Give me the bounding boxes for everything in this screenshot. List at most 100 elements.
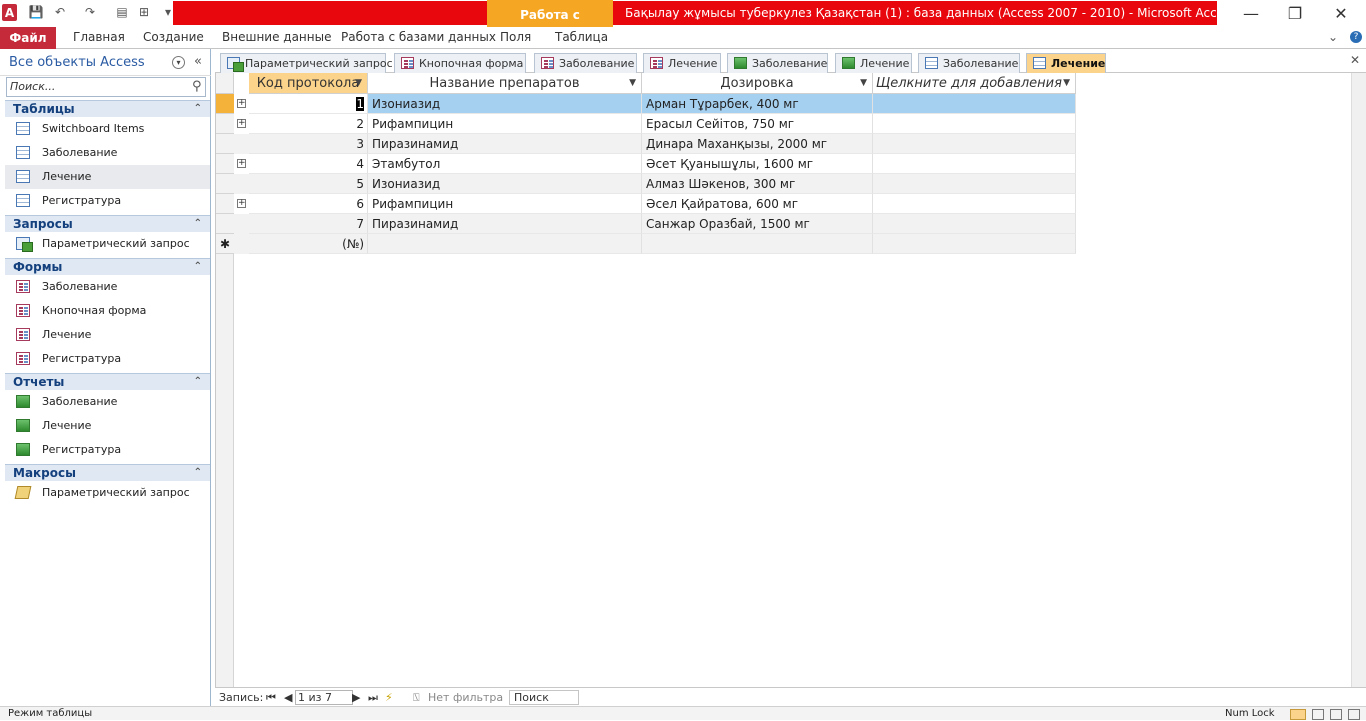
cell-dozirovka[interactable]: Арман Тұрарбек, 400 мг — [642, 94, 873, 114]
nav-item-zabolevanie-form[interactable]: Заболевание — [5, 275, 210, 299]
cell-add-field[interactable] — [873, 234, 1076, 254]
switch-view-icon[interactable]: ⊞ — [136, 4, 152, 20]
collapse-chevron-icon[interactable]: ⌃ — [194, 465, 202, 481]
cell-nazvanie[interactable]: Пиразинамид — [368, 214, 642, 234]
record-selector[interactable] — [216, 214, 234, 234]
current-record-input[interactable]: 1 из 7 — [295, 690, 353, 705]
table-row[interactable]: 3 Пиразинамид Динара Маханқызы, 2000 мг — [234, 134, 1076, 154]
group-macros[interactable]: Макросы ⌃ — [5, 464, 210, 481]
cell-kod[interactable]: 3 — [249, 134, 368, 154]
group-tables[interactable]: Таблицы ⌃ — [5, 100, 210, 117]
table-row[interactable]: 4 Этамбутол Әсет Қуанышұлы, 1600 мг — [234, 154, 1076, 174]
nav-search-input[interactable]: Поиск... — [6, 77, 206, 97]
cell-add-field[interactable] — [873, 114, 1076, 134]
cell-dozirovka[interactable]: Санжар Оразбай, 1500 мг — [642, 214, 873, 234]
nav-item-lechenie-form[interactable]: Лечение — [5, 323, 210, 347]
close-button[interactable]: ✕ — [1318, 0, 1364, 27]
group-forms[interactable]: Формы ⌃ — [5, 258, 210, 275]
cell-nazvanie[interactable] — [368, 234, 642, 254]
table-row[interactable]: 5 Изониазид Алмаз Шәкенов, 300 мг — [234, 174, 1076, 194]
collapse-chevron-icon[interactable]: ⌃ — [194, 259, 202, 275]
new-record-row[interactable]: (№) — [234, 234, 1076, 254]
collapse-chevron-icon[interactable]: ⌃ — [194, 101, 202, 117]
cell-dozirovka[interactable]: Ерасыл Сейітов, 750 мг — [642, 114, 873, 134]
nav-item-parametric-query[interactable]: Параметрический запрос — [5, 232, 210, 256]
nav-item-registratura-report[interactable]: Регистратура — [5, 438, 210, 462]
collapse-chevron-icon[interactable]: ⌃ — [194, 216, 202, 232]
redo-icon[interactable]: ↷ — [82, 4, 98, 20]
new-record-icon[interactable]: ✱ — [216, 234, 234, 254]
chevron-down-icon[interactable]: ▼ — [1063, 73, 1070, 93]
cell-kod[interactable]: 5 — [249, 174, 368, 194]
table-row[interactable]: 7 Пиразинамид Санжар Оразбай, 1500 мг — [234, 214, 1076, 234]
select-all-corner[interactable] — [216, 73, 234, 94]
no-filter-label[interactable]: Нет фильтра — [428, 688, 503, 707]
doc-tab-lechenie-table-active[interactable]: Лечение — [1026, 53, 1106, 73]
filter-icon[interactable]: ⍂ — [413, 688, 420, 707]
pivot-table-icon[interactable] — [1312, 709, 1324, 720]
record-search-input[interactable]: Поиск — [509, 690, 579, 705]
tab-home[interactable]: Главная — [73, 27, 125, 49]
tab-database-tools[interactable]: Работа с базами данных — [341, 27, 496, 49]
help-icon[interactable]: ? — [1350, 31, 1362, 43]
column-header-kod-protokola[interactable]: Код протокола ▼ — [249, 73, 368, 94]
group-reports[interactable]: Отчеты ⌃ — [5, 373, 210, 390]
nav-item-zabolevanie-table[interactable]: Заболевание — [5, 141, 210, 165]
cell-add-field[interactable] — [873, 214, 1076, 234]
doc-tab-zabolevanie-report[interactable]: Заболевание — [727, 53, 828, 73]
new-record-nav-icon[interactable]: ⚡ — [385, 688, 393, 707]
doc-tab-zabolevanie-table[interactable]: Заболевание — [918, 53, 1020, 73]
cell-add-field[interactable] — [873, 194, 1076, 214]
undo-icon[interactable]: ↶ — [52, 4, 68, 20]
close-document-icon[interactable]: ✕ — [1350, 53, 1360, 67]
nav-dropdown-icon[interactable]: ▾ — [172, 56, 185, 69]
nav-item-lechenie-table[interactable]: Лечение — [5, 165, 210, 189]
tab-external-data[interactable]: Внешние данные — [222, 27, 331, 49]
doc-tab-zabolevanie-form[interactable]: Заболевание — [534, 53, 637, 73]
tab-fields[interactable]: Поля — [500, 27, 531, 49]
cell-dozirovka[interactable]: Әсет Қуанышұлы, 1600 мг — [642, 154, 873, 174]
vertical-scrollbar[interactable] — [1351, 73, 1366, 687]
doc-tab-lechenie-report[interactable]: Лечение — [835, 53, 912, 73]
record-selector[interactable] — [216, 174, 234, 194]
minimize-button[interactable]: — — [1228, 0, 1274, 27]
cell-kod[interactable]: 7 — [249, 214, 368, 234]
restore-button[interactable]: ❐ — [1272, 0, 1318, 27]
cell-dozirovka[interactable]: Алмаз Шәкенов, 300 мг — [642, 174, 873, 194]
group-queries[interactable]: Запросы ⌃ — [5, 215, 210, 232]
column-header-nazvanie[interactable]: Название препаратов ▼ — [368, 73, 642, 94]
cell-nazvanie[interactable]: Изониазид — [368, 94, 642, 114]
column-header-dozirovka[interactable]: Дозировка ▼ — [642, 73, 873, 94]
column-header-add-field[interactable]: Щелкните для добавления ▼ — [873, 73, 1076, 94]
file-tab[interactable]: Файл — [0, 27, 56, 49]
cell-add-field[interactable] — [873, 174, 1076, 194]
form-icon[interactable]: ▤ — [114, 4, 130, 20]
cell-kod[interactable]: 1 — [249, 94, 368, 114]
nav-item-zabolevanie-report[interactable]: Заболевание — [5, 390, 210, 414]
cell-nazvanie[interactable]: Рифампицин — [368, 194, 642, 214]
search-icon[interactable]: ⚲ — [192, 79, 202, 94]
record-selector[interactable] — [216, 134, 234, 154]
record-selector[interactable] — [216, 194, 234, 214]
first-record-icon[interactable]: ⏮ — [266, 688, 276, 707]
doc-tab-lechenie-form[interactable]: Лечение — [643, 53, 721, 73]
record-selector[interactable] — [216, 154, 234, 174]
last-record-icon[interactable]: ⏭ — [368, 688, 378, 707]
collapse-chevron-icon[interactable]: ⌃ — [194, 374, 202, 390]
doc-tab-parametric-query[interactable]: Параметрический запрос — [220, 53, 393, 73]
record-selector[interactable] — [216, 114, 234, 134]
cell-nazvanie[interactable]: Пиразинамид — [368, 134, 642, 154]
chevron-down-icon[interactable]: ▼ — [860, 73, 867, 93]
cell-dozirovka[interactable]: Динара Маханқызы, 2000 мг — [642, 134, 873, 154]
cell-nazvanie[interactable]: Изониазид — [368, 174, 642, 194]
previous-record-icon[interactable]: ◀ — [284, 688, 292, 707]
cell-nazvanie[interactable]: Рифампицин — [368, 114, 642, 134]
chevron-down-icon[interactable]: ▼ — [355, 73, 362, 93]
nav-item-registratura-table[interactable]: Регистратура — [5, 189, 210, 213]
tab-table[interactable]: Таблица — [555, 27, 608, 49]
collapse-ribbon-icon[interactable]: ⌄ — [1328, 27, 1338, 49]
cell-dozirovka[interactable] — [642, 234, 873, 254]
cell-nazvanie[interactable]: Этамбутол — [368, 154, 642, 174]
nav-item-registratura-form[interactable]: Регистратура — [5, 347, 210, 371]
pivot-chart-icon[interactable] — [1330, 709, 1342, 720]
